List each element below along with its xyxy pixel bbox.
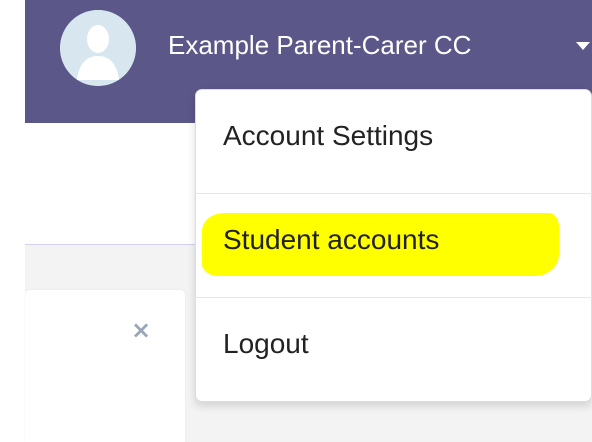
menu-item-label: Student accounts [223,224,440,255]
user-dropdown-menu: Account Settings Student accounts Logout [195,89,592,402]
avatar-silhouette-icon [60,10,136,86]
menu-item-student-accounts[interactable]: Student accounts [196,194,592,297]
menu-item-label: Logout [223,328,309,359]
user-avatar-icon[interactable] [60,10,136,86]
user-menu-toggle[interactable]: Example Parent-Carer CC [168,30,471,61]
page-edge [0,0,25,442]
menu-item-logout[interactable]: Logout [196,298,592,401]
menu-item-label: Account Settings [223,120,434,151]
caret-down-icon[interactable] [576,42,590,50]
page: Example Parent-Carer CC × Account Settin… [0,0,592,442]
menu-item-account-settings[interactable]: Account Settings [196,90,592,193]
close-icon[interactable]: × [131,318,151,342]
content-panel [25,290,185,442]
